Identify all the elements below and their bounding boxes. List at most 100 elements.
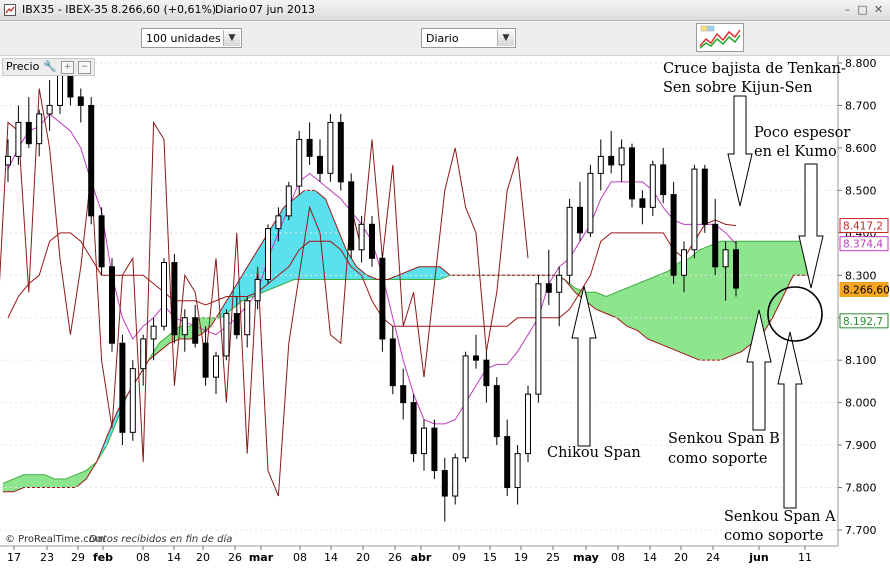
kumo-segment <box>54 478 66 488</box>
annotation-kumo-line2: en el Kumo <box>754 144 837 160</box>
candle-body <box>171 262 178 336</box>
wrench-icon[interactable]: 🔧 <box>43 59 57 75</box>
candle-body <box>358 223 365 251</box>
candle-body <box>275 215 282 230</box>
date-tick-label: 24 <box>706 551 720 564</box>
candle-body <box>681 249 687 276</box>
candle-body <box>629 147 635 200</box>
ichimoku-chart[interactable]: 8.8008.7008.6008.5008.4008.3008.2008.100… <box>0 56 890 566</box>
panel-header: Precio 🔧 + − <box>2 58 96 76</box>
date-tick-label: abr <box>411 551 432 564</box>
kumo-segment <box>689 249 701 361</box>
date-tick-label: 25 <box>546 551 560 564</box>
annotation-senkou-b-line1: Senkou Span B <box>668 431 780 447</box>
date-tick-label: 26 <box>228 551 242 564</box>
symbol-name: IBX35 - IBEX-35 <box>22 3 108 16</box>
candle-body <box>306 138 313 157</box>
candle-body <box>348 181 355 251</box>
date-tick-label: feb <box>93 551 113 564</box>
date-tick-label: 20 <box>356 551 370 564</box>
candle-body <box>649 164 656 208</box>
kumo-segment <box>626 283 638 331</box>
price-tick-label: 7.700 <box>845 524 877 537</box>
price-tick-label: 7.800 <box>845 482 877 495</box>
highlight-circle <box>767 286 823 342</box>
candle-body <box>473 355 479 361</box>
add-icon[interactable]: + <box>61 60 75 74</box>
kumo-segment <box>741 241 753 353</box>
kumo-segment <box>23 474 35 488</box>
date-tick-label: 09 <box>452 551 466 564</box>
candle-body <box>441 470 448 497</box>
annotation-cruce-line2: Sen sobre Kijun-Sen <box>663 80 812 96</box>
chikou-arrow <box>571 285 597 447</box>
units-select[interactable]: 100 unidades ▼ <box>141 28 242 48</box>
annotation-cruce-line1: Cruce bajista de Tenkan- <box>663 61 846 77</box>
date-tick-label: 14 <box>167 551 181 564</box>
price-tick-label: 8.000 <box>845 397 877 410</box>
date-tick-label: jun <box>748 551 768 564</box>
candle-body <box>285 185 292 217</box>
candle-body <box>691 168 698 251</box>
candle-body <box>181 317 188 336</box>
candle-body <box>150 325 157 340</box>
candle-body <box>223 312 230 357</box>
candle-body <box>483 359 490 387</box>
date-tick-label: may <box>573 551 599 564</box>
date-tick-label: 11 <box>798 551 812 564</box>
candle-body <box>618 147 625 166</box>
chart-icon <box>4 4 16 16</box>
candle-body <box>566 206 573 276</box>
kumo-segment <box>647 274 659 344</box>
kumo-segment <box>637 279 649 340</box>
candle-body <box>233 312 240 336</box>
minimize-icon[interactable]: – <box>841 3 854 16</box>
candle-body <box>400 385 407 404</box>
candle-body <box>493 385 500 438</box>
candle-body <box>369 223 375 259</box>
candle-body <box>244 300 251 336</box>
date-tick-label: 20 <box>196 551 210 564</box>
price-badge-label: 8.192,7 <box>843 316 883 328</box>
candle-body <box>733 249 739 289</box>
period-label: Diario <box>215 3 248 16</box>
date-axis: 17 23 29 feb 08 14 20 26 mar 08 14 20 26 abr 09 15 19 25 m… <box>7 546 812 564</box>
annotation-chikou: Chikou Span <box>547 445 641 461</box>
close-icon[interactable]: ✕ <box>872 3 885 16</box>
candle-body <box>389 338 396 387</box>
date-tick-label: 26 <box>388 551 402 564</box>
price-tick-label: 8.100 <box>845 354 877 367</box>
candle-body <box>722 249 729 268</box>
candle-body <box>337 121 344 183</box>
chevron-down-icon[interactable]: ▼ <box>497 30 514 46</box>
candle-body <box>15 121 22 157</box>
remove-icon[interactable]: − <box>78 60 92 74</box>
kumo-segment <box>241 257 253 302</box>
price-badge-label: 8.266,60 <box>843 284 890 296</box>
kumo-segment <box>33 474 45 488</box>
date-tick-label: 15 <box>483 551 497 564</box>
candle-body <box>514 453 521 489</box>
candle-body <box>462 355 469 459</box>
date-tick-label: 14 <box>324 551 338 564</box>
date-tick-label: 14 <box>643 551 657 564</box>
kumo-segment <box>657 270 669 348</box>
date-tick-label: 08 <box>136 551 150 564</box>
tenkan-sen-line <box>7 113 737 425</box>
date-tick-label: 08 <box>293 551 307 564</box>
candle-body <box>431 427 438 472</box>
candle-body <box>25 121 32 145</box>
cruce-arrow <box>727 95 753 207</box>
candle-body <box>265 228 271 281</box>
candle-body <box>556 274 563 293</box>
price-panel[interactable]: 8.8008.7008.6008.5008.4008.3008.2008.100… <box>0 56 890 566</box>
chevron-down-icon[interactable]: ▼ <box>223 30 240 46</box>
price-tick-label: 8.600 <box>845 142 877 155</box>
candle-body <box>46 104 53 115</box>
candle-body <box>192 317 199 344</box>
indicators-button[interactable] <box>696 23 744 52</box>
candle-body <box>712 223 719 268</box>
date-tick-label: 23 <box>40 551 54 564</box>
maximize-icon[interactable]: □ <box>856 3 869 16</box>
period-select[interactable]: Diario ▼ <box>421 28 516 48</box>
